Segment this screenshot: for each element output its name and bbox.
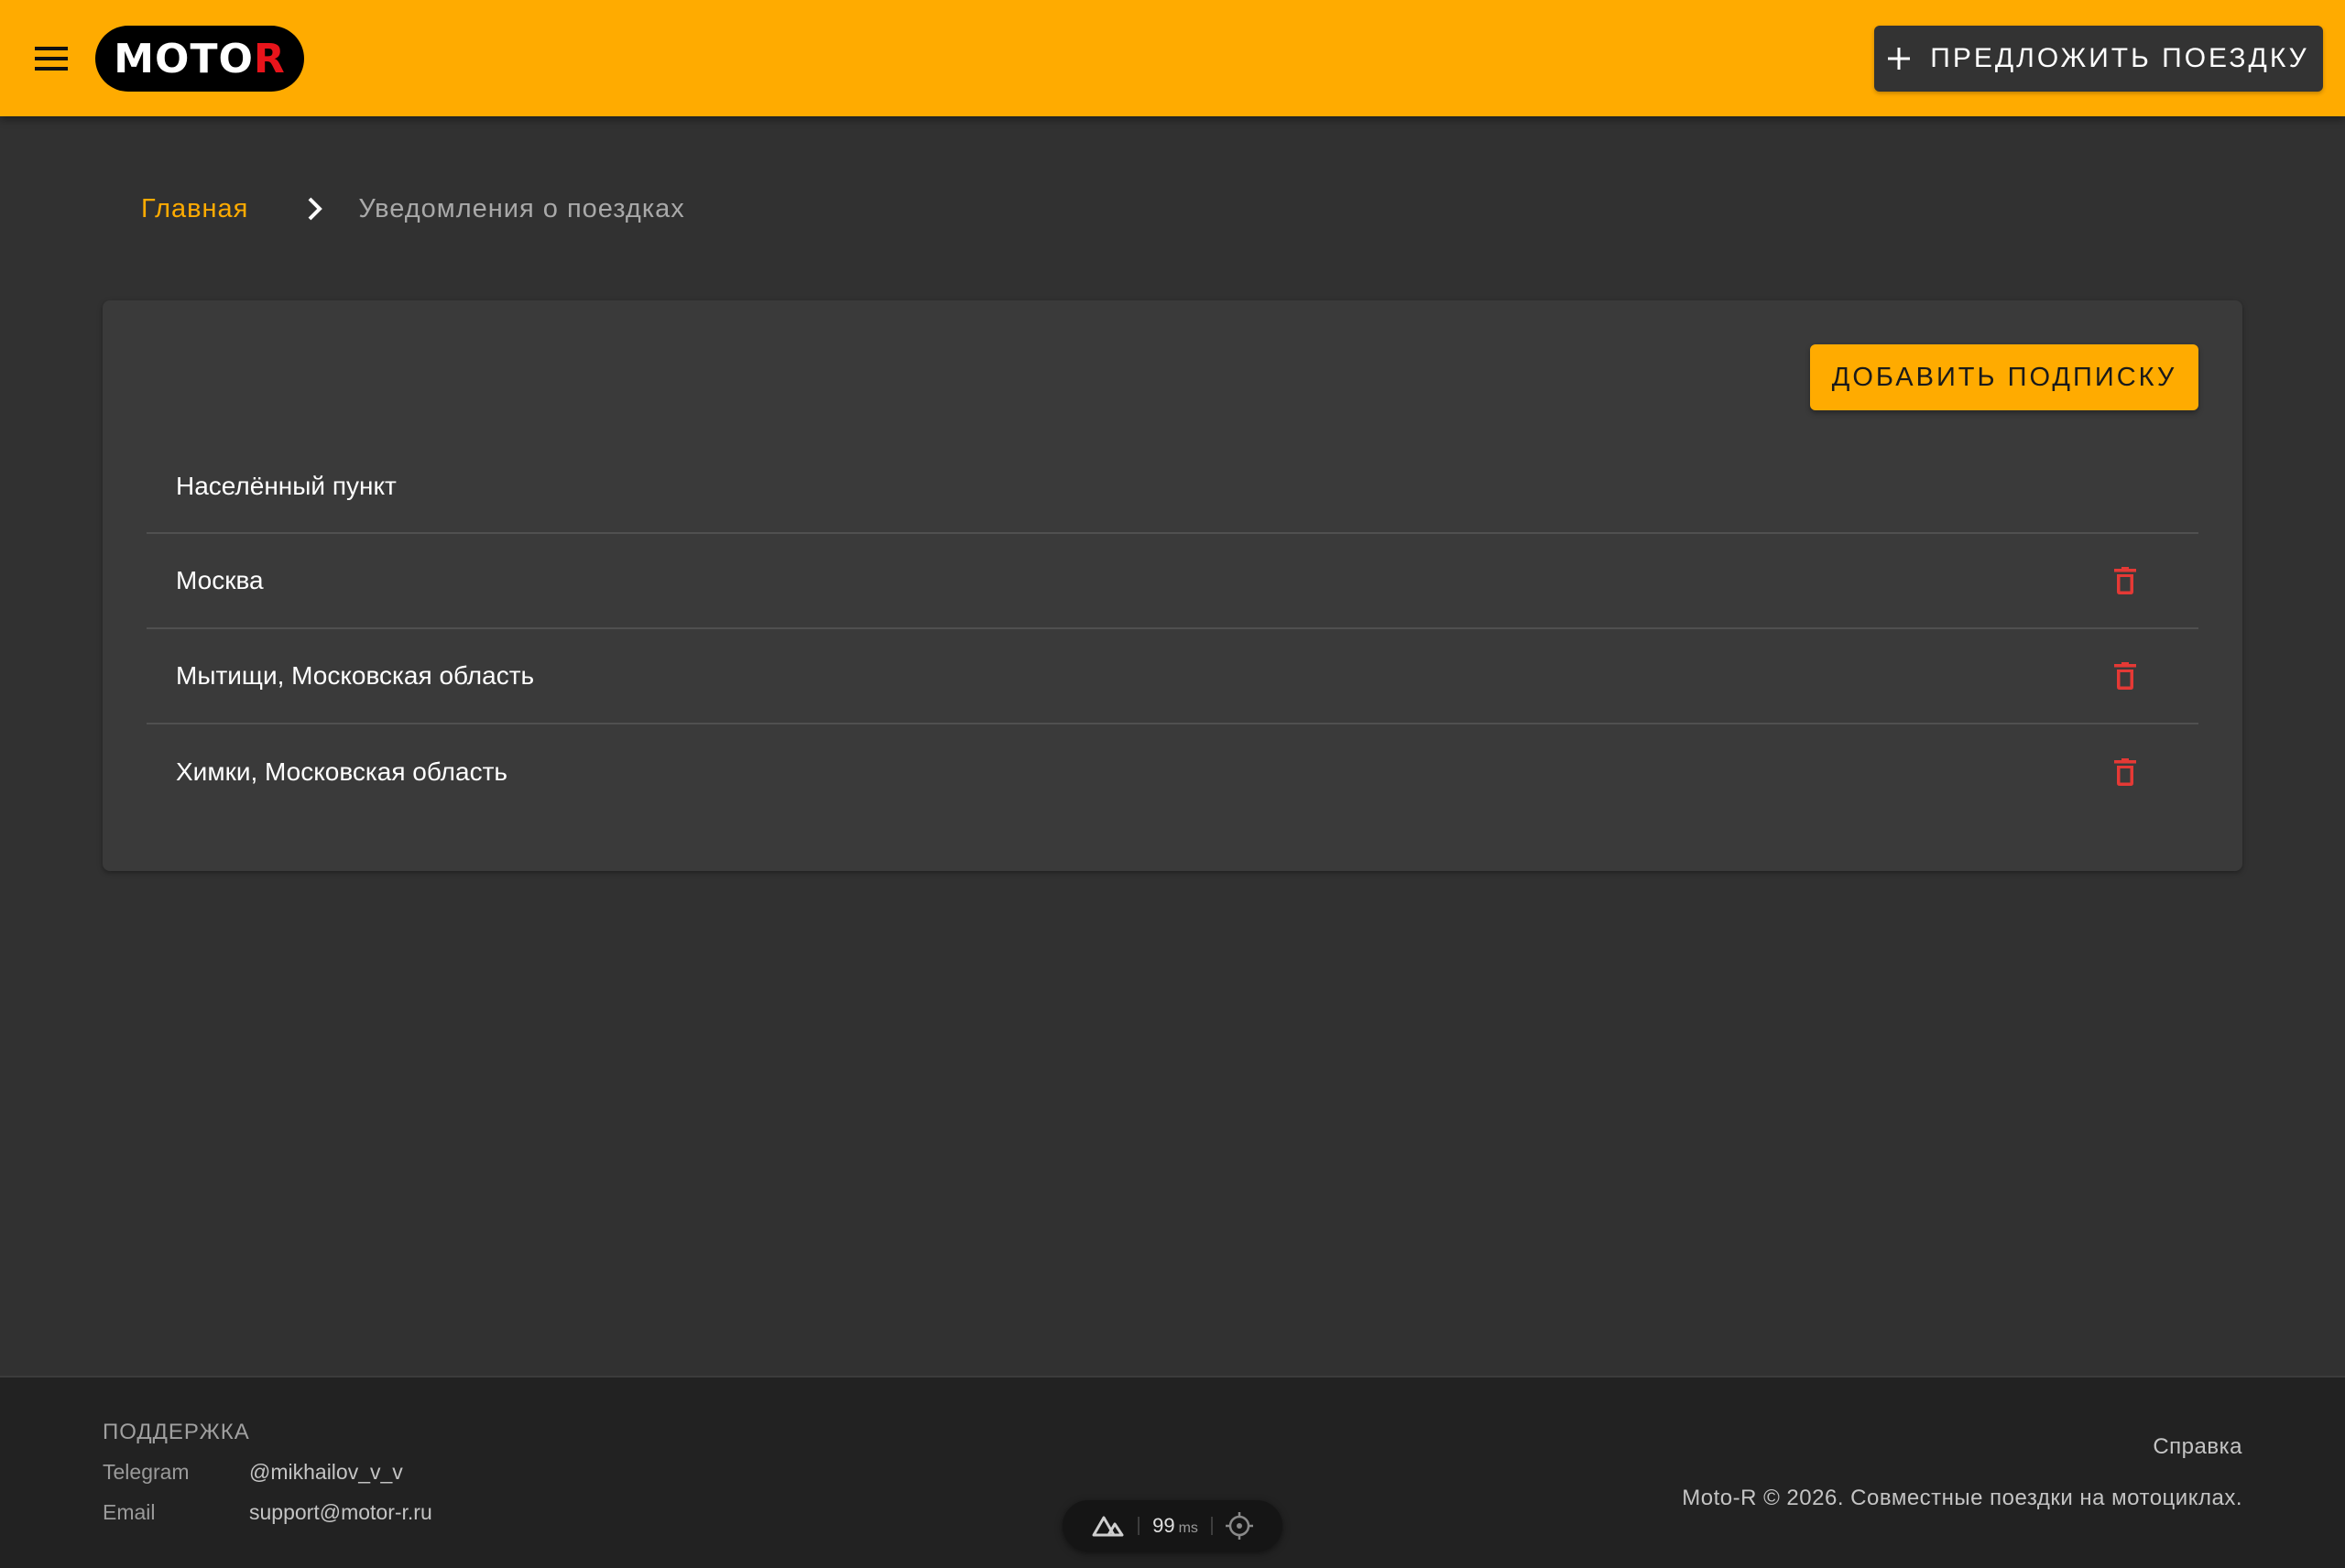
- delete-subscription-button[interactable]: [2103, 559, 2147, 603]
- breadcrumb-home-link[interactable]: Главная: [141, 194, 248, 224]
- support-title: ПОДДЕРЖКА: [103, 1420, 250, 1444]
- render-time: 99 ms: [1152, 1514, 1198, 1538]
- table-header: Населённый пункт: [147, 440, 2198, 534]
- support-email: Email support@motor-r.ru: [103, 1500, 432, 1525]
- city-name: Мытищи, Московская область: [176, 661, 535, 690]
- telegram-label: Telegram: [103, 1460, 190, 1484]
- app-bar: MOTO R ПРЕДЛОЖИТЬ ПОЕЗДКУ: [0, 0, 2345, 116]
- help-link[interactable]: Справка: [2153, 1434, 2242, 1460]
- city-name: Москва: [176, 566, 264, 594]
- copyright: Moto-R © 2026. Совместные поездки на мот…: [1682, 1486, 2242, 1510]
- add-subscription-button[interactable]: ДОБАВИТЬ ПОДПИСКУ: [1810, 344, 2198, 410]
- hamburger-menu-icon: [35, 47, 68, 71]
- suggest-trip-button[interactable]: ПРЕДЛОЖИТЬ ПОЕЗДКУ: [1874, 26, 2323, 92]
- trash-icon: [2114, 662, 2136, 690]
- render-time-value: 99: [1152, 1514, 1175, 1537]
- render-time-unit: ms: [1178, 1520, 1198, 1536]
- crosshair-icon[interactable]: [1225, 1512, 1253, 1540]
- support-telegram: Telegram @mikhailov_v_v: [103, 1460, 403, 1485]
- trash-icon: [2114, 758, 2136, 786]
- subscriptions-table: Населённый пункт Москва Мытищи, Московск…: [147, 440, 2198, 820]
- breadcrumb-current: Уведомления о поездках: [358, 193, 685, 223]
- suggest-trip-label: ПРЕДЛОЖИТЬ ПОЕЗДКУ: [1930, 43, 2309, 73]
- delete-subscription-button[interactable]: [2103, 654, 2147, 698]
- footer: ПОДДЕРЖКА Telegram @mikhailov_v_v Email su…: [0, 1376, 2345, 1568]
- nuxt-icon: [1092, 1516, 1124, 1537]
- devtools-divider: [1210, 1517, 1213, 1535]
- logo-accent: R: [253, 35, 286, 82]
- trash-icon: [2114, 567, 2136, 594]
- subscriptions-card: ДОБАВИТЬ ПОДПИСКУ Населённый пункт Москв…: [103, 300, 2242, 871]
- email-label: Email: [103, 1500, 156, 1524]
- breadcrumb: Главная Уведомления о поездках: [141, 187, 685, 231]
- plus-icon: [1888, 48, 1911, 70]
- delete-subscription-button[interactable]: [2103, 750, 2147, 794]
- page: MOTO R ПРЕДЛОЖИТЬ ПОЕЗДКУ Главная Уведомл…: [0, 0, 2345, 1568]
- logo[interactable]: MOTO R: [95, 26, 304, 92]
- table-row: Москва: [147, 534, 2198, 629]
- table-row: Мытищи, Московская область: [147, 629, 2198, 724]
- devtools-divider: [1138, 1517, 1140, 1535]
- city-name: Химки, Московская область: [176, 757, 507, 786]
- email-link[interactable]: support@motor-r.ru: [249, 1500, 432, 1524]
- telegram-link[interactable]: @mikhailov_v_v: [249, 1460, 403, 1484]
- breadcrumb-separator: [307, 197, 323, 221]
- logo-text: MOTO: [114, 35, 254, 82]
- devtools-widget[interactable]: 99 ms: [1063, 1500, 1282, 1552]
- add-subscription-label: ДОБАВИТЬ ПОДПИСКУ: [1831, 362, 2177, 392]
- table-row: Химки, Московская область: [147, 724, 2198, 820]
- chevron-right-icon: [308, 197, 323, 221]
- column-header-city: Населённый пункт: [176, 471, 397, 500]
- menu-button[interactable]: [22, 33, 81, 84]
